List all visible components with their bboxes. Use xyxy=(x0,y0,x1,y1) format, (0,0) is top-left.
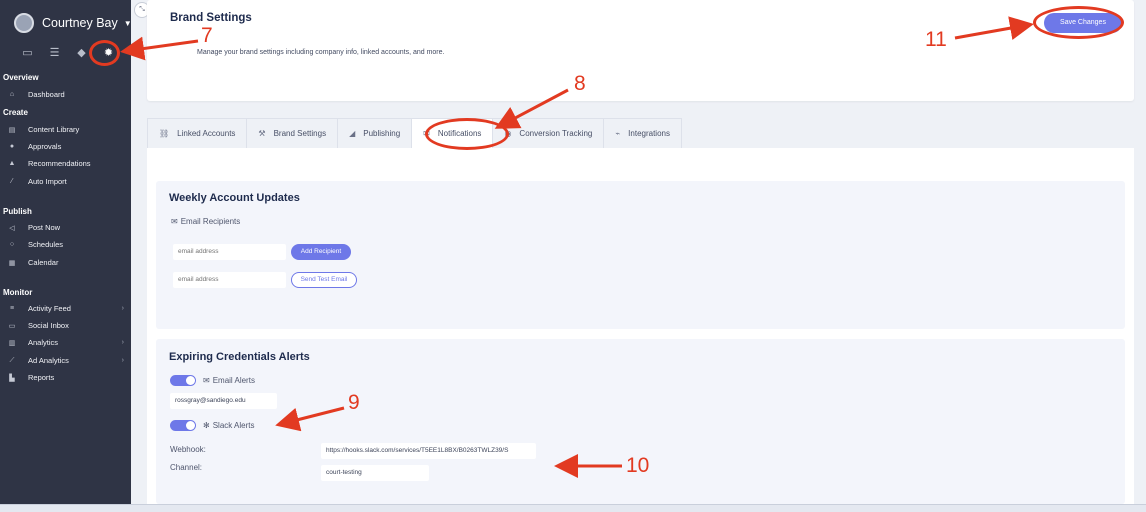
annotation-arrow-7 xyxy=(120,36,199,61)
annotation-arrows xyxy=(120,16,1034,478)
annotation-number-10: 10 xyxy=(626,454,650,477)
annotation-arrow-8 xyxy=(494,88,569,129)
annotation-number-9: 9 xyxy=(348,391,360,414)
annotation-number-8: 8 xyxy=(574,72,586,95)
annotation-arrow-11 xyxy=(954,16,1034,40)
annotation-number-11: 11 xyxy=(925,28,947,51)
annotation-number-7: 7 xyxy=(201,24,213,47)
annotation-arrow-9 xyxy=(275,406,345,432)
